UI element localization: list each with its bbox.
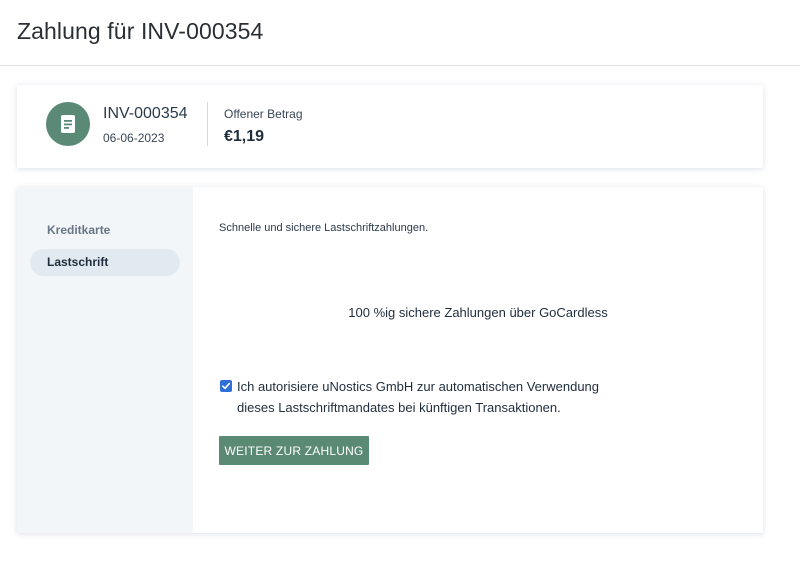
consent-line: dieses Lastschriftmandates bei künftigen… (237, 400, 561, 415)
payment-method-credit-card[interactable]: Kreditkarte (30, 217, 180, 244)
invoice-summary-card: INV-000354 06-06-2023 Offener Betrag €1,… (17, 85, 763, 168)
payment-method-sidebar: Kreditkarte Lastschrift (17, 187, 193, 533)
invoice-number: INV-000354 (103, 105, 188, 122)
consent-label: Ich autorisiere uNostics GmbH zur automa… (237, 376, 637, 418)
secure-payment-note: 100 %ig sichere Zahlungen über GoCardles… (348, 305, 608, 320)
page-header: Zahlung für INV-000354 (0, 0, 800, 66)
amount-label: Offener Betrag (224, 107, 303, 121)
direct-debit-panel: Schnelle und sichere Lastschriftzahlunge… (193, 187, 763, 533)
invoice-document-icon (61, 115, 75, 133)
checkmark-icon (222, 382, 231, 390)
payment-card: Kreditkarte Lastschrift Schnelle und sic… (17, 187, 763, 533)
continue-to-payment-button[interactable]: WEITER ZUR ZAHLUNG (219, 436, 369, 465)
invoice-avatar (46, 102, 90, 146)
consent-line: Ich autorisiere uNostics GmbH zur automa… (237, 379, 600, 394)
summary-divider (207, 102, 208, 146)
consent-checkbox[interactable] (220, 380, 232, 392)
amount-value: €1,19 (224, 128, 265, 145)
page-title: Zahlung für INV-000354 (17, 18, 264, 44)
invoice-date: 06-06-2023 (103, 131, 165, 145)
payment-method-direct-debit[interactable]: Lastschrift (30, 249, 180, 276)
direct-debit-intro: Schnelle und sichere Lastschriftzahlunge… (219, 222, 429, 234)
